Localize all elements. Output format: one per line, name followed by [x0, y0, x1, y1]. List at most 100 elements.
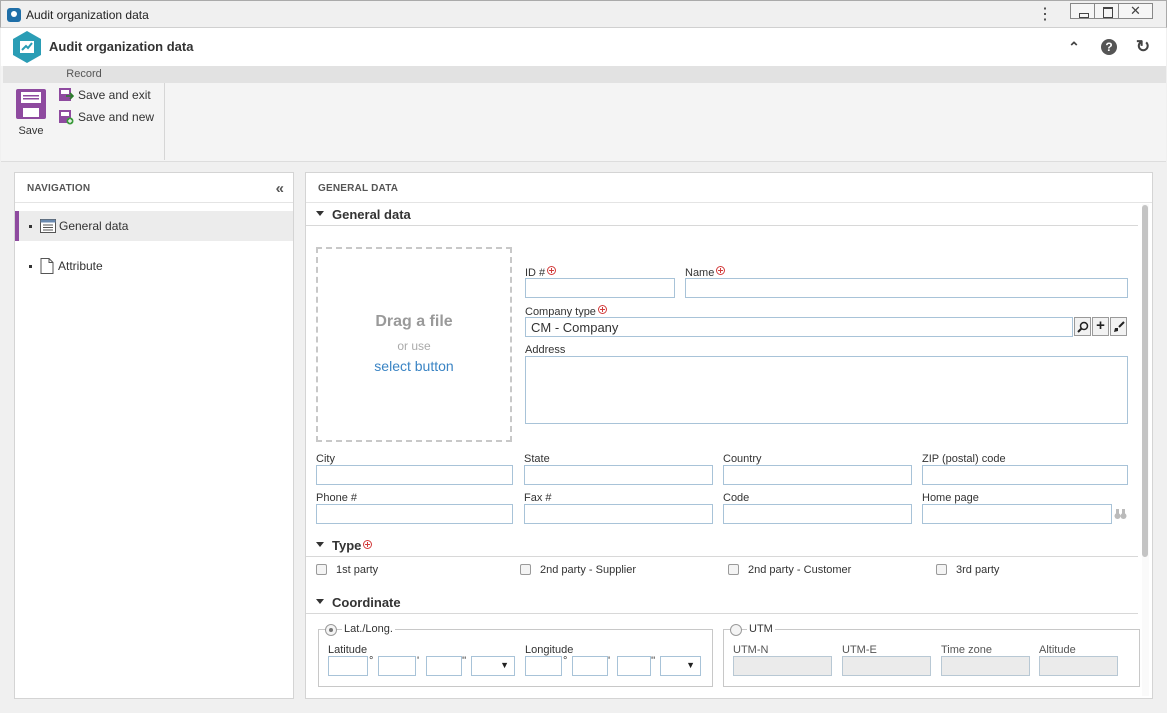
plus-icon: +: [1096, 317, 1105, 334]
add-button[interactable]: +: [1092, 317, 1109, 336]
save-and-new-button[interactable]: Save and new: [58, 107, 154, 127]
time-zone-label: Time zone: [941, 644, 992, 656]
second-symbol: '': [462, 655, 467, 667]
collapse-up-icon[interactable]: ⌃: [1065, 38, 1083, 56]
nav-item-general-data[interactable]: General data: [15, 211, 293, 241]
id-field[interactable]: [525, 278, 675, 298]
section-general-data[interactable]: General data: [306, 204, 1138, 226]
longitude-degrees-field[interactable]: [525, 656, 562, 676]
window-title: Audit organization data: [26, 8, 149, 22]
required-icon: [597, 305, 607, 314]
dropzone-or: or use: [397, 339, 431, 353]
home-page-field[interactable]: [922, 504, 1112, 524]
kebab-menu-icon[interactable]: ⋮: [1037, 5, 1053, 25]
country-field[interactable]: [723, 465, 912, 485]
checkbox-1st-party[interactable]: [316, 564, 327, 575]
code-field[interactable]: [723, 504, 912, 524]
phone-label: Phone #: [316, 492, 357, 504]
utm-e-field: [842, 656, 931, 676]
file-dropzone[interactable]: Drag a file or use select button: [316, 247, 512, 442]
utm-label: UTM: [747, 623, 775, 635]
latlong-label: Lat./Long.: [342, 623, 395, 635]
main-panel: GENERAL DATA General data Drag a file or…: [305, 172, 1153, 699]
longitude-direction-select[interactable]: [660, 656, 701, 676]
name-field[interactable]: [685, 278, 1128, 298]
checkbox-3rd-party[interactable]: [936, 564, 947, 575]
latitude-label: Latitude: [328, 644, 368, 656]
phone-field[interactable]: [316, 504, 513, 524]
state-field[interactable]: [524, 465, 713, 485]
nav-item-label: General data: [59, 219, 129, 233]
nav-item-label: Attribute: [58, 259, 103, 273]
latitude-degrees-field[interactable]: [328, 656, 368, 676]
altitude-field: [1039, 656, 1118, 676]
navigation-panel: NAVIGATION « General data Attribute: [14, 172, 294, 699]
bullet: [29, 224, 32, 228]
close-button[interactable]: ✕: [1118, 3, 1153, 19]
degree-symbol: °: [369, 655, 374, 667]
latitude-direction-select[interactable]: [471, 656, 515, 676]
degree-symbol: °: [563, 655, 568, 667]
section-type[interactable]: Type: [306, 535, 1138, 557]
main-panel-header: GENERAL DATA: [306, 173, 1152, 203]
latlong-radio[interactable]: [325, 624, 337, 636]
ribbon-group-record: Record Save Save and exit Save and new: [3, 66, 165, 160]
navigation-header: NAVIGATION «: [15, 173, 293, 203]
zip-label: ZIP (postal) code: [922, 453, 1006, 465]
scrollbar-thumb[interactable]: [1142, 205, 1148, 557]
address-field[interactable]: [525, 356, 1128, 424]
minimize-button[interactable]: [1070, 3, 1095, 19]
minute-symbol: ': [417, 655, 420, 667]
save-new-icon: [59, 110, 74, 125]
section-title: General data: [332, 207, 411, 222]
save-exit-icon: [59, 88, 74, 101]
refresh-icon[interactable]: ↻: [1134, 38, 1152, 56]
longitude-minutes-field[interactable]: [572, 656, 608, 676]
utm-n-field: [733, 656, 832, 676]
section-title: Coordinate: [332, 595, 401, 610]
document-icon: [40, 258, 54, 274]
time-zone-field: [941, 656, 1030, 676]
collapse-panel-icon[interactable]: «: [276, 180, 285, 197]
search-icon: [1076, 321, 1088, 333]
maximize-button[interactable]: [1094, 3, 1119, 19]
checkbox-2nd-party-supplier[interactable]: [520, 564, 531, 575]
nav-item-attribute[interactable]: Attribute: [15, 251, 293, 281]
section-coordinate[interactable]: Coordinate: [306, 592, 1138, 614]
section-title: Type: [332, 538, 373, 553]
list-icon: [40, 219, 56, 233]
page-title: Audit organization data: [49, 39, 194, 54]
ribbon-group-label: Record: [3, 66, 165, 83]
save-button[interactable]: Save: [11, 88, 51, 140]
help-icon[interactable]: ?: [1101, 39, 1117, 55]
dropzone-title: Drag a file: [375, 313, 453, 330]
page-header: Audit organization data ⌃ ? ↻: [1, 28, 1166, 66]
save-label: Save: [18, 125, 44, 137]
minute-symbol: ': [608, 655, 611, 667]
close-icon: ✕: [1130, 3, 1141, 18]
utm-radio[interactable]: [730, 624, 742, 636]
binoculars-icon[interactable]: [1114, 508, 1127, 520]
checkbox-label: 1st party: [336, 564, 379, 576]
city-field[interactable]: [316, 465, 513, 485]
checkbox-2nd-party-customer[interactable]: [728, 564, 739, 575]
select-file-link[interactable]: select button: [318, 358, 510, 374]
clear-button[interactable]: [1110, 317, 1127, 336]
longitude-seconds-field[interactable]: [617, 656, 651, 676]
caret-down-icon: [316, 599, 324, 604]
code-label: Code: [723, 492, 750, 504]
bullet: [29, 264, 32, 268]
save-and-exit-button[interactable]: Save and exit: [58, 85, 151, 105]
latitude-seconds-field[interactable]: [426, 656, 462, 676]
utm-n-label: UTM-N: [733, 644, 769, 656]
latitude-minutes-field[interactable]: [378, 656, 416, 676]
second-symbol: '': [651, 655, 656, 667]
caret-down-icon: [316, 211, 324, 216]
company-type-field[interactable]: [525, 317, 1073, 337]
fax-label: Fax #: [524, 492, 552, 504]
fax-field[interactable]: [524, 504, 713, 524]
search-button[interactable]: [1074, 317, 1091, 336]
required-icon: [363, 540, 373, 549]
zip-field[interactable]: [922, 465, 1128, 485]
caret-down-icon: [316, 542, 324, 547]
